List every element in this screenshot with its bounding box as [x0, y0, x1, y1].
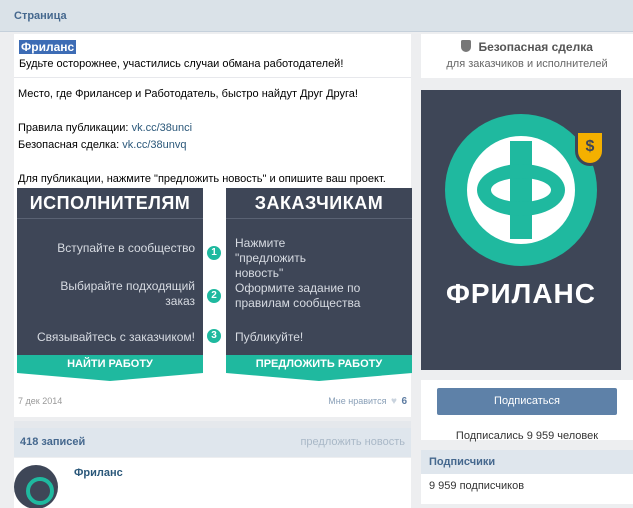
post-author[interactable]: Фриланс — [74, 467, 123, 479]
like-label: Мне нравится — [328, 396, 387, 406]
banner-right-item: Публикуйте! — [235, 330, 304, 344]
members-header[interactable]: Подписчики — [421, 450, 633, 474]
safe-deal-title: Безопасная сделка — [478, 40, 593, 54]
suggest-news-link[interactable]: предложить новость — [300, 436, 405, 448]
group-name[interactable]: Фриланс — [19, 40, 77, 54]
step-badge: 1 — [205, 244, 223, 262]
deal-link[interactable]: vk.cc/38unvq — [122, 139, 186, 151]
logo-text: ФРИЛАНС — [445, 278, 596, 309]
like-count: 6 — [401, 396, 407, 407]
post-meta: 7 дек 2014 Мне нравится ♥ 6 — [14, 390, 411, 416]
wall-header: 418 записей предложить новость — [14, 428, 411, 457]
banner-right-title: ЗАКАЗЧИКАМ — [226, 188, 412, 219]
rules-link[interactable]: vk.cc/38unci — [132, 122, 193, 134]
banner-left-item: Вступайте в сообщество — [57, 241, 195, 255]
wall-post: Фриланс — [14, 458, 411, 508]
group-description: Место, где Фрилансер и Работодатель, быс… — [14, 78, 411, 188]
safe-deal-subtitle: для заказчиков и исполнителей — [446, 58, 608, 70]
members-count: 9 959 подписчиков — [421, 474, 633, 504]
heart-icon: ♥ — [390, 396, 397, 407]
publish-hint: Для публикации, нажмите "предложить ново… — [18, 173, 386, 185]
wall-post-count: 418 записей — [20, 436, 86, 448]
banner-clients-column: ЗАКАЗЧИКАМ Нажмите "предложить новость" … — [226, 188, 412, 381]
page-title: Страница — [14, 10, 67, 22]
banner-right-item: Нажмите "предложить новость" — [235, 236, 306, 280]
banner-right-item: Оформите задание по правилам сообщества — [235, 281, 361, 310]
offer-work-button: ПРЕДЛОЖИТЬ РАБОТУ — [226, 355, 412, 381]
safe-deal-block[interactable]: Безопасная сделка для заказчиков и испол… — [421, 34, 633, 78]
group-logo[interactable]: $ ФРИЛАНС — [421, 90, 621, 370]
dollar-shield-icon: $ — [575, 130, 605, 166]
banner-left-title: ИСПОЛНИТЕЛЯМ — [17, 188, 203, 219]
subscribed-count: Подписались 9 959 человек — [455, 430, 599, 442]
page-header: Страница — [0, 0, 633, 32]
main-column: Фриланс Будьте осторожнее, участились сл… — [14, 34, 412, 450]
rules-line: Правила публикации: vk.cc/38unci — [18, 120, 407, 137]
banner-left-item: Выбирайте подходящий заказ — [60, 279, 195, 308]
group-status: Будьте осторожнее, участились случаи обм… — [19, 58, 344, 70]
step-badge: 2 — [205, 287, 223, 305]
group-header: Фриланс Будьте осторожнее, участились сл… — [14, 34, 411, 78]
banner-left-item: Связывайтесь с заказчиком! — [36, 330, 195, 344]
subscribe-button[interactable]: Подписаться — [437, 388, 617, 415]
step-badge: 3 — [205, 327, 223, 345]
sidebar: Безопасная сделка для заказчиков и испол… — [421, 34, 633, 504]
deal-line: Безопасная сделка: vk.cc/38unvq — [18, 137, 407, 154]
rules-label: Правила публикации: — [18, 122, 129, 134]
find-work-button: НАЙТИ РАБОТУ — [17, 355, 203, 381]
like-button[interactable]: Мне нравится ♥ 6 — [328, 396, 407, 407]
shield-icon — [461, 40, 472, 52]
deal-label: Безопасная сделка: — [18, 139, 120, 151]
post-date[interactable]: 7 дек 2014 — [18, 396, 62, 406]
post-banner-image[interactable]: ИСПОЛНИТЕЛЯМ Вступайте в сообщество Выби… — [14, 188, 412, 390]
description-line: Место, где Фрилансер и Работодатель, быс… — [18, 88, 358, 100]
subscribe-box: Подписаться Подписались 9 959 человек — [421, 380, 633, 442]
banner-freelancers-column: ИСПОЛНИТЕЛЯМ Вступайте в сообщество Выби… — [17, 188, 203, 381]
avatar[interactable] — [14, 465, 58, 508]
